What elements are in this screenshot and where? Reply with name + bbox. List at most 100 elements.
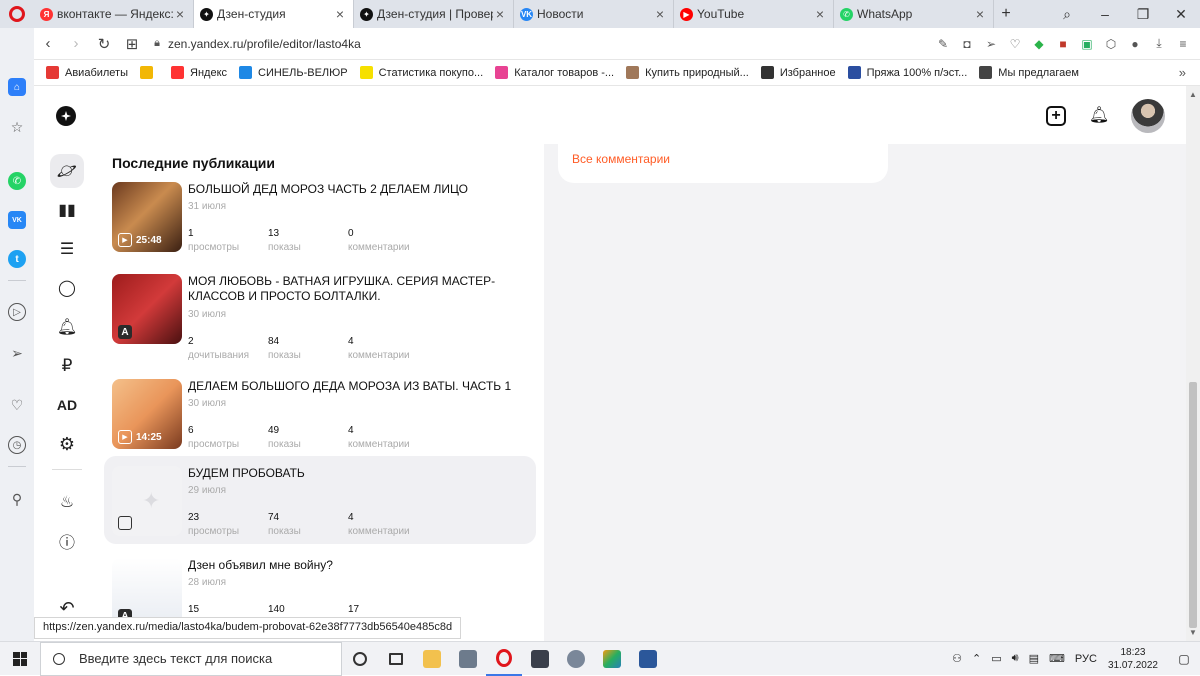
close-tab-icon[interactable]: × [653, 6, 667, 22]
nav-ad-icon[interactable]: AD [50, 388, 84, 422]
twitter-sidebar-icon[interactable]: t [8, 250, 26, 268]
close-window-button[interactable]: ✕ [1162, 6, 1200, 23]
taskbar-search[interactable]: Введите здесь текст для поиска [40, 641, 342, 676]
language-indicator[interactable]: РУС [1075, 653, 1097, 665]
create-post-button[interactable]: + [1046, 106, 1066, 126]
maximize-button[interactable]: ❐ [1124, 6, 1162, 23]
start-button[interactable] [0, 642, 40, 676]
player-icon[interactable]: ▷ [8, 303, 26, 321]
menu-icon[interactable]: ≡ [1172, 37, 1194, 51]
star-icon[interactable]: ☆ [8, 118, 26, 136]
camera-app-icon[interactable] [522, 642, 558, 676]
minimize-button[interactable]: – [1086, 6, 1124, 22]
close-tab-icon[interactable]: × [493, 6, 507, 22]
send-icon[interactable]: ➢ [980, 37, 1002, 51]
bookmark-item[interactable]: Избранное [760, 66, 836, 79]
forward-button[interactable]: › [62, 35, 90, 52]
publication-item[interactable]: A МОЯ ЛЮБОВЬ - ВАТНАЯ ИГРУШКА. СЕРИЯ МАСТ… [104, 274, 536, 362]
publication-title[interactable]: БОЛЬШОЙ ДЕД МОРОЗ ЧАСТЬ 2 ДЕЛАЕМ ЛИЦО [188, 182, 518, 197]
nav-main-icon[interactable]: 🪐︎ [50, 154, 84, 188]
url-field[interactable]: zen.yandex.ru/profile/editor/lasto4ka [168, 37, 932, 51]
clock[interactable]: 18:23 31.07.2022 [1108, 646, 1158, 672]
nav-notifications-icon[interactable]: 🔔︎ [50, 310, 84, 344]
bookmark-item[interactable]: Пряжа 100% п/эст... [847, 66, 967, 79]
publication-title[interactable]: ДЕЛАЕМ БОЛЬШОГО ДЕДА МОРОЗА ИЗ ВАТЫ. ЧАС… [188, 379, 518, 394]
bookmark-item[interactable]: СИНЕЛЬ-ВЕЛЮР [239, 66, 348, 79]
task-view-icon[interactable] [378, 642, 414, 676]
extension-icon[interactable]: ■ [1052, 37, 1074, 51]
edit-icon[interactable]: ✎ [932, 37, 954, 51]
publication-item[interactable]: ▶ 14:25 ДЕЛАЕМ БОЛЬШОГО ДЕДА МОРОЗА ИЗ ВАТ… [104, 379, 536, 467]
bookmarks-more-button[interactable]: » [1179, 65, 1200, 80]
publication-thumbnail[interactable]: A [112, 274, 182, 344]
bookmark-item[interactable]: Яндекс [171, 66, 227, 79]
paint-icon[interactable] [594, 642, 630, 676]
vpn-icon[interactable]: ▣ [1076, 37, 1098, 51]
nav-help-icon[interactable]: ⓘ [50, 524, 84, 558]
browser-tab[interactable]: ✆ WhatsApp × [834, 0, 994, 28]
home-icon[interactable]: ⌂ [8, 78, 26, 96]
profile-icon[interactable]: ● [1124, 37, 1146, 51]
close-tab-icon[interactable]: × [813, 6, 827, 22]
reload-button[interactable]: ↻ [90, 35, 118, 53]
zen-logo-icon[interactable] [56, 106, 76, 126]
calculator-icon[interactable] [450, 642, 486, 676]
publication-thumbnail[interactable]: ▶ 25:48 [112, 182, 182, 252]
publication-thumbnail[interactable]: ✦ [112, 466, 182, 536]
vk-sidebar-icon[interactable]: VK [8, 211, 26, 229]
tray-chevron-icon[interactable]: ⌃ [972, 652, 981, 665]
nav-settings-icon[interactable]: ⚙ [50, 427, 84, 461]
bookmark-item[interactable]: Купить природный... [626, 66, 749, 79]
favorites-icon[interactable]: ♡ [8, 396, 26, 414]
scroll-up-icon[interactable]: ▲ [1186, 90, 1200, 99]
heart-icon[interactable]: ♡ [1004, 37, 1026, 51]
close-tab-icon[interactable]: × [973, 6, 987, 22]
bookmark-item[interactable]: Авиабилеты [46, 66, 128, 79]
whatsapp-sidebar-icon[interactable]: ✆ [8, 172, 26, 190]
volume-icon[interactable]: 🔊︎ [1012, 652, 1019, 665]
file-explorer-icon[interactable] [414, 642, 450, 676]
publication-thumbnail[interactable]: ▶ 14:25 [112, 379, 182, 449]
close-tab-icon[interactable]: × [173, 6, 187, 22]
network-icon[interactable]: ▤ [1029, 652, 1039, 665]
browser-tab[interactable]: Явконтакте — Яндекс: на× [34, 0, 194, 28]
people-icon[interactable]: ⚇ [952, 652, 962, 665]
nav-comments-icon[interactable]: ◯ [50, 271, 84, 305]
bookmark-item[interactable]: Мы предлагаем [979, 66, 1079, 79]
nav-statistics-icon[interactable]: ▮▮ [50, 193, 84, 227]
bookmark-item[interactable] [140, 66, 159, 79]
send-sidebar-icon[interactable]: ➢ [8, 344, 26, 362]
browser-tab[interactable]: ✦ Дзен-студия | Проверка× [354, 0, 514, 28]
search-tabs-icon[interactable]: ⌕ [1048, 6, 1086, 23]
publication-title[interactable]: БУДЕМ ПРОБОВАТЬ [188, 466, 518, 481]
cube-icon[interactable]: ⬡ [1100, 37, 1122, 51]
nav-publications-icon[interactable]: ☰ [50, 232, 84, 266]
scroll-down-icon[interactable]: ▼ [1186, 628, 1200, 637]
notification-center-icon[interactable]: ▢ [1173, 652, 1195, 666]
publication-item[interactable]: ✦ БУДЕМ ПРОБОВАТЬ 29 июля 23 просмотры 74 пока… [104, 456, 536, 544]
publication-item[interactable]: ▶ 25:48 БОЛЬШОЙ ДЕД МОРОЗ ЧАСТЬ 2 ДЕЛАЕМ Л… [104, 182, 536, 270]
browser-tab[interactable]: ▶ YouTube × [674, 0, 834, 28]
close-tab-icon[interactable]: × [333, 6, 347, 22]
media-player-icon[interactable] [558, 642, 594, 676]
all-comments-link[interactable]: Все комментарии [572, 152, 670, 166]
new-tab-button[interactable]: + [994, 0, 1018, 28]
opera-taskbar-icon[interactable] [486, 642, 522, 676]
lock-icon[interactable]: 🔒︎ [146, 37, 168, 50]
notifications-bell-icon[interactable]: 🔔︎ [1088, 105, 1110, 127]
opera-menu-button[interactable] [0, 0, 34, 28]
download-icon[interactable]: ⤓ [1148, 36, 1170, 51]
publication-title[interactable]: Дзен объявил мне войну? [188, 558, 518, 573]
keyboard-icon[interactable]: ⌨ [1049, 652, 1065, 665]
bookmark-item[interactable]: Каталог товаров -... [495, 66, 614, 79]
battery-icon[interactable]: ▭ [991, 652, 1001, 665]
lightbulb-icon[interactable]: ⚲ [8, 490, 26, 508]
bookmark-item[interactable]: Статистика покупо... [359, 66, 483, 79]
avatar[interactable] [1131, 99, 1165, 133]
nav-fire-icon[interactable]: ♨ [50, 485, 84, 519]
tiles-icon[interactable]: ⊞ [118, 35, 146, 53]
publication-title[interactable]: МОЯ ЛЮБОВЬ - ВАТНАЯ ИГРУШКА. СЕРИЯ МАСТЕ… [188, 274, 518, 304]
browser-tab[interactable]: VK Новости × [514, 0, 674, 28]
browser-tab[interactable]: ✦ Дзен-студия × [194, 0, 354, 28]
camera-icon[interactable]: ◘ [956, 37, 978, 51]
